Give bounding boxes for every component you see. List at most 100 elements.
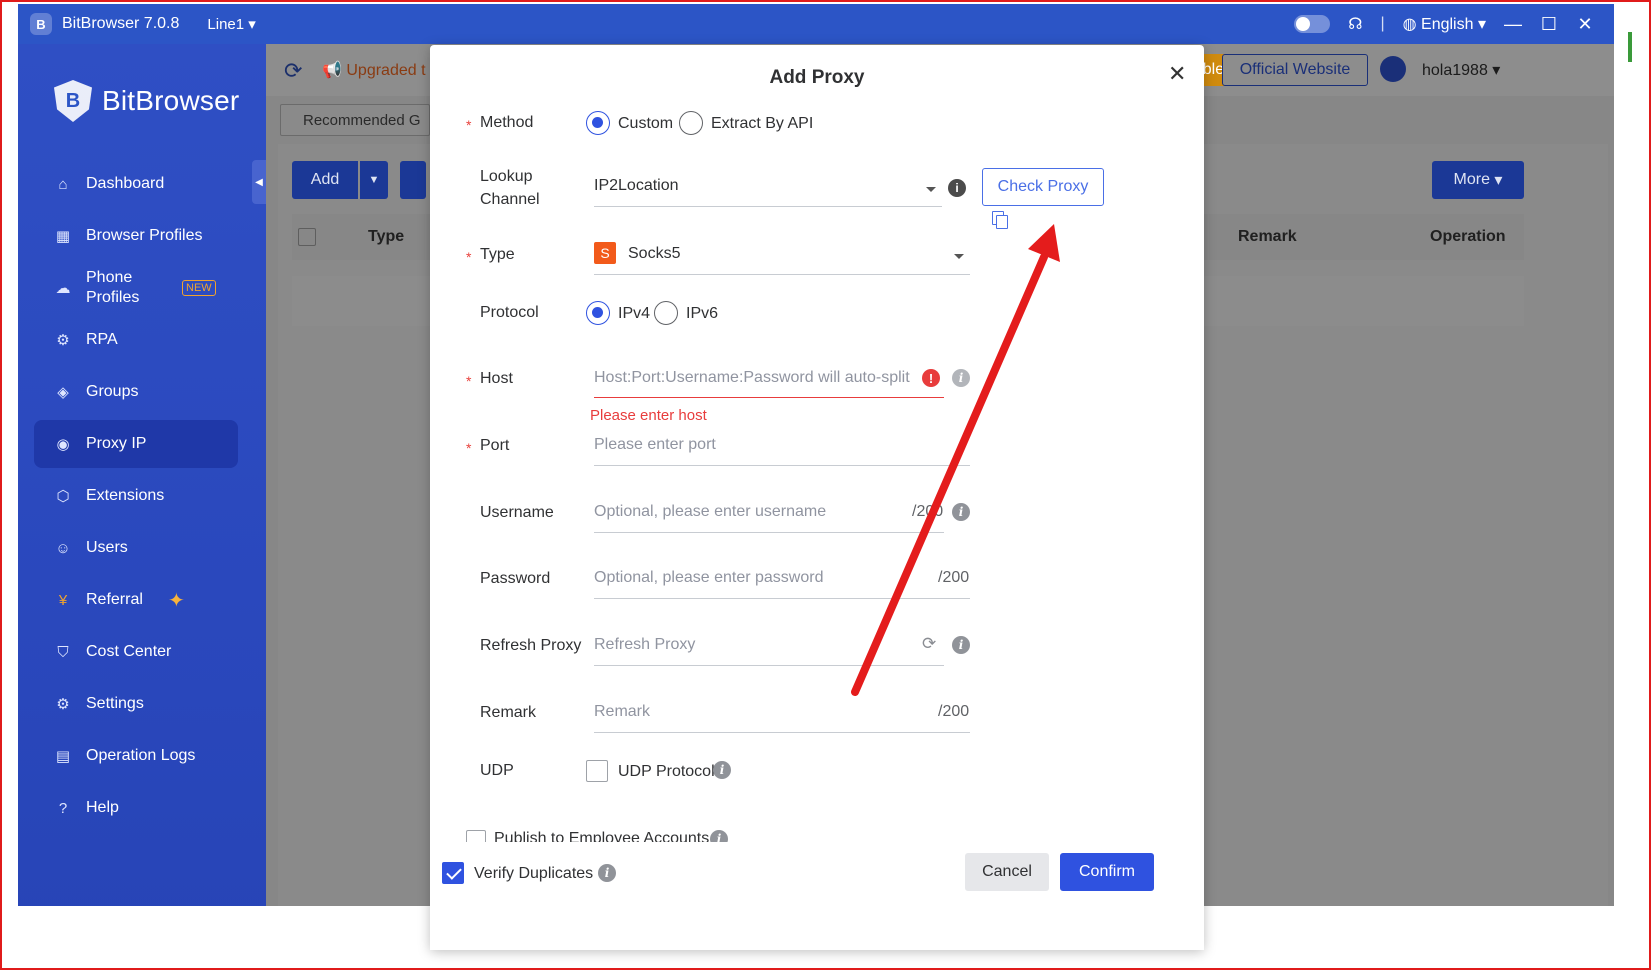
info-icon[interactable]: i bbox=[952, 369, 970, 387]
verify-duplicates-checkbox[interactable] bbox=[442, 862, 464, 884]
sparkle-icon: ✦ bbox=[168, 590, 185, 612]
port-input[interactable]: Please enter port bbox=[594, 426, 970, 466]
cloud-icon: ☁ bbox=[55, 280, 71, 297]
coin-icon: ¥ bbox=[58, 591, 68, 609]
radio-ipv4[interactable] bbox=[586, 301, 610, 325]
sidebar-item-rpa[interactable]: ⚙ RPA bbox=[34, 316, 238, 364]
user-icon: ☺ bbox=[55, 539, 71, 557]
info-icon[interactable]: i bbox=[952, 636, 970, 654]
theme-toggle[interactable] bbox=[1294, 15, 1331, 33]
sidebar-item-label: Phone Profiles bbox=[86, 269, 140, 306]
lookup-label-line2: Channel bbox=[480, 191, 540, 208]
sidebar-item-proxy-ip[interactable]: ◉ Proxy IP bbox=[34, 420, 238, 468]
title-bar: B BitBrowser 7.0.8 Line1 ▾ ☊ | ◍ English… bbox=[18, 4, 1614, 44]
shield-icon: ⛉ bbox=[57, 643, 69, 661]
cancel-button[interactable]: Cancel bbox=[965, 853, 1049, 891]
copy-icon[interactable] bbox=[992, 211, 1008, 229]
username-input[interactable]: Optional, please enter username /200 bbox=[594, 493, 944, 533]
lookup-label-line1: Lookup bbox=[480, 168, 533, 185]
avatar[interactable] bbox=[1380, 56, 1406, 82]
udp-protocol-label: UDP Protocol bbox=[618, 763, 715, 780]
field-underline bbox=[594, 598, 970, 599]
sidebar-collapse-button[interactable]: ◀ bbox=[252, 160, 266, 204]
info-icon[interactable]: i bbox=[710, 830, 728, 842]
batch-button[interactable] bbox=[400, 161, 426, 199]
refresh-icon[interactable]: ⟳ bbox=[922, 634, 936, 654]
brand-name: BitBrowser bbox=[102, 85, 240, 116]
host-placeholder: Host:Port:Username:Password will auto-sp… bbox=[594, 369, 910, 386]
info-icon[interactable]: i bbox=[952, 503, 970, 521]
host-input[interactable]: Host:Port:Username:Password will auto-sp… bbox=[594, 359, 944, 399]
refresh-proxy-label: Refresh Proxy bbox=[480, 637, 582, 654]
sidebar-item-label: Users bbox=[86, 539, 128, 556]
username-counter: /200 bbox=[912, 503, 944, 520]
home-icon: ⌂ bbox=[58, 175, 68, 193]
sidebar-item-label: Operation Logs bbox=[86, 747, 196, 764]
maximize-button[interactable]: ☐ bbox=[1540, 14, 1558, 35]
port-label: Port bbox=[480, 437, 510, 454]
password-input[interactable]: Optional, please enter password /200 bbox=[594, 559, 970, 599]
sidebar-brand: B BitBrowser bbox=[54, 80, 239, 122]
select-all-checkbox[interactable] bbox=[298, 228, 316, 246]
sidebar-item-help[interactable]: ? Help bbox=[34, 784, 238, 832]
column-type: Type bbox=[368, 228, 405, 245]
refresh-proxy-input[interactable]: Refresh Proxy ⟳ bbox=[594, 626, 944, 666]
protocol-label: Protocol bbox=[480, 304, 539, 321]
line-selector[interactable]: Line1 ▾ bbox=[207, 15, 255, 33]
field-underline bbox=[594, 665, 944, 666]
sidebar-item-groups[interactable]: ◈ Groups bbox=[34, 368, 238, 416]
sidebar-item-referral[interactable]: ¥ Referral ✦ bbox=[34, 576, 238, 624]
sidebar-nav: ⌂ Dashboard ▦ Browser Profiles ☁ Phone P… bbox=[34, 160, 238, 836]
sidebar-item-settings[interactable]: ⚙ Settings bbox=[34, 680, 238, 728]
radio-ipv6[interactable] bbox=[654, 301, 678, 325]
title-divider: | bbox=[1380, 15, 1385, 32]
field-underline bbox=[594, 206, 942, 207]
radio-extract-by-api[interactable] bbox=[679, 111, 703, 135]
confirm-button[interactable]: Confirm bbox=[1060, 853, 1154, 891]
close-icon[interactable]: ✕ bbox=[1168, 61, 1186, 87]
upgrade-notice[interactable]: 📢 Upgraded t bbox=[322, 60, 426, 80]
info-icon[interactable]: i bbox=[598, 864, 616, 882]
tab-recommended[interactable]: Recommended G bbox=[280, 104, 430, 136]
sidebar-item-cost-center[interactable]: ⛉ Cost Center bbox=[34, 628, 238, 676]
support-chat-icon[interactable]: ☊ bbox=[1348, 14, 1362, 34]
field-underline bbox=[594, 274, 970, 275]
radio-custom[interactable] bbox=[586, 111, 610, 135]
minimize-button[interactable]: — bbox=[1504, 14, 1522, 35]
udp-protocol-checkbox[interactable] bbox=[586, 760, 608, 782]
info-icon[interactable]: i bbox=[948, 179, 966, 197]
type-select[interactable]: S Socks5 bbox=[594, 235, 970, 275]
host-label: Host bbox=[480, 370, 513, 387]
field-underline-error bbox=[594, 397, 944, 398]
user-menu[interactable]: hola1988 ▾ bbox=[1422, 60, 1500, 80]
publish-checkbox[interactable] bbox=[466, 830, 486, 842]
screen-frame: B BitBrowser 7.0.8 Line1 ▾ ☊ | ◍ English… bbox=[0, 0, 1651, 970]
remark-input[interactable]: Remark /200 bbox=[594, 693, 970, 733]
sidebar-item-operation-logs[interactable]: ▤ Operation Logs bbox=[34, 732, 238, 780]
lookup-channel-select[interactable]: IP2Location bbox=[594, 169, 942, 207]
chevron-down-icon bbox=[926, 187, 936, 192]
sidebar-item-users[interactable]: ☺ Users bbox=[34, 524, 238, 572]
sidebar-item-label: Settings bbox=[86, 695, 144, 712]
custom-label: Custom bbox=[618, 115, 674, 132]
remark-label: Remark bbox=[480, 704, 537, 721]
refresh-icon[interactable]: ⟳ bbox=[284, 58, 302, 84]
sidebar-item-dashboard[interactable]: ⌂ Dashboard bbox=[34, 160, 238, 208]
add-button[interactable]: Add bbox=[292, 161, 358, 199]
username: hola1988 bbox=[1422, 62, 1488, 79]
add-dropdown-button[interactable]: ▼ bbox=[360, 161, 388, 199]
sidebar-item-label: Groups bbox=[86, 383, 139, 400]
sidebar-item-phone-profiles[interactable]: ☁ Phone Profiles NEW bbox=[34, 264, 238, 312]
more-button[interactable]: More ▾ bbox=[1432, 161, 1524, 199]
check-proxy-button[interactable]: Check Proxy bbox=[982, 168, 1104, 206]
required-mark: * bbox=[466, 440, 472, 456]
language-selector[interactable]: ◍ English ▾ bbox=[1403, 14, 1486, 34]
type-value: Socks5 bbox=[628, 245, 681, 262]
sidebar-item-browser-profiles[interactable]: ▦ Browser Profiles bbox=[34, 212, 238, 260]
official-website-button[interactable]: Official Website bbox=[1222, 54, 1368, 86]
close-window-button[interactable]: ✕ bbox=[1576, 14, 1594, 35]
info-icon[interactable]: i bbox=[713, 761, 731, 779]
field-underline bbox=[594, 732, 970, 733]
sidebar-item-extensions[interactable]: ⬡ Extensions bbox=[34, 472, 238, 520]
sidebar-item-label: Cost Center bbox=[86, 643, 172, 660]
